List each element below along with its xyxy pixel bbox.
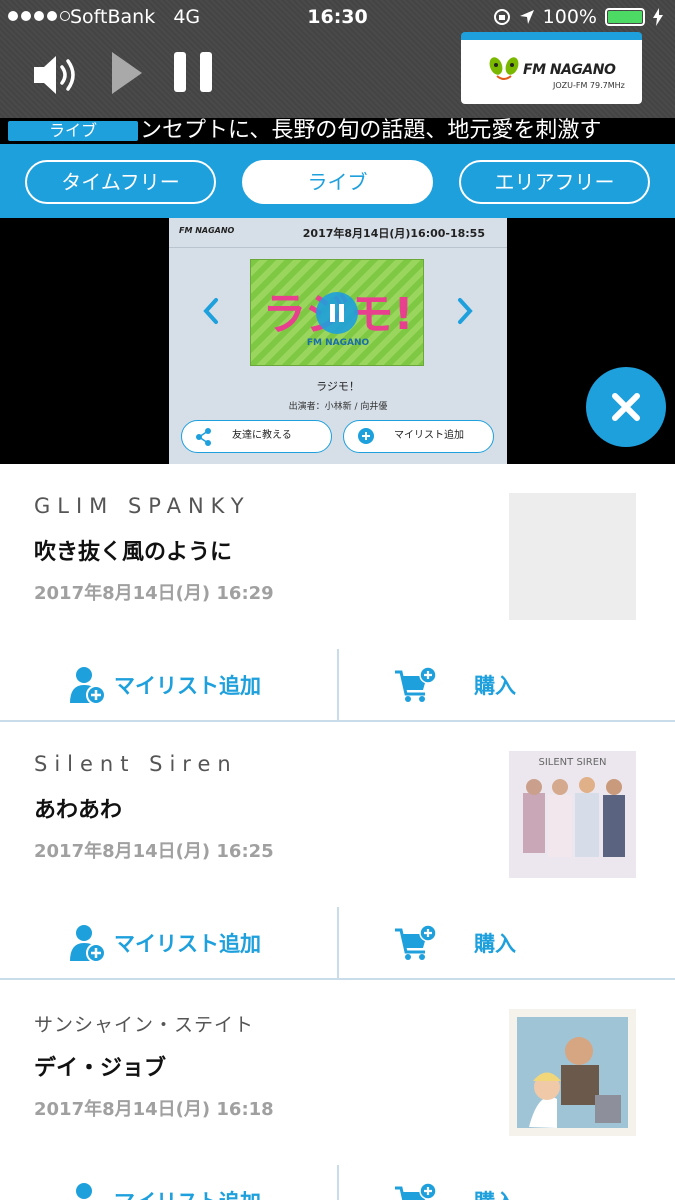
program-name: ラジモ！ [316, 380, 360, 393]
buy-button[interactable]: 購入 [393, 1165, 516, 1200]
share-button[interactable]: 友達に教える [181, 420, 332, 453]
ticker-text: ンセプトに、長野の旬の話題、地元愛を刺激す [140, 118, 602, 143]
tab-timefree[interactable]: タイムフリー [25, 160, 216, 204]
share-icon [196, 428, 211, 446]
program-artwork[interactable]: ラジモ! FM NAGANO [250, 259, 424, 366]
play-icon[interactable] [110, 50, 144, 96]
track-played-at: 2017年8月14日(月) 16:25 [34, 841, 274, 862]
program-performers: 出演者：小林新 / 向井優 [288, 402, 388, 412]
mode-tabs: タイムフリー ライブ エリアフリー [0, 144, 675, 218]
cart-add-icon [395, 665, 437, 702]
cart-add-icon [395, 1181, 437, 1200]
close-icon [612, 393, 640, 421]
jacket-text: SILENT SIREN [538, 757, 607, 768]
track-played-at: 2017年8月14日(月) 16:18 [34, 1099, 274, 1120]
track-title: あわあわ [34, 798, 123, 823]
status-bar: SoftBank 4G 16:30 100% [0, 0, 675, 34]
track-item: サンシャイン・ステイト デイ・ジョブ 2017年8月14日(月) 16:18 マ… [0, 980, 675, 1200]
add-user-icon [70, 924, 106, 963]
pause-icon[interactable] [172, 50, 214, 94]
station-frequency: JOZU-FM 79.7MHz [553, 81, 625, 90]
track-played-at: 2017年8月14日(月) 16:29 [34, 583, 274, 604]
charging-icon [653, 8, 663, 26]
track-jacket-placeholder [509, 493, 636, 620]
location-icon [519, 10, 534, 24]
mylist-button[interactable]: マイリスト追加 [70, 649, 261, 720]
plus-circle-icon [358, 428, 374, 444]
track-title: 吹き抜く風のように [34, 540, 233, 565]
battery-icon [605, 8, 645, 26]
buy-button[interactable]: 購入 [393, 907, 516, 978]
prev-program-icon[interactable] [201, 296, 221, 326]
track-artist: GLIM SPANKY [34, 494, 251, 518]
live-badge: ライブ [8, 121, 138, 141]
track-item: GLIM SPANKY 吹き抜く風のように 2017年8月14日(月) 16:2… [0, 464, 675, 722]
card-station-logo: FM NAGANO [179, 226, 235, 235]
cart-add-icon [395, 923, 437, 960]
artwork-pause-icon[interactable] [316, 292, 358, 334]
tab-areafree[interactable]: エリアフリー [459, 160, 650, 204]
track-jacket [509, 1009, 636, 1136]
track-jacket: SILENT SIREN [509, 751, 636, 878]
next-program-icon[interactable] [455, 296, 475, 326]
rotation-lock-icon [493, 9, 510, 25]
track-title: デイ・ジョブ [34, 1056, 167, 1081]
program-card: FM NAGANO 2017年8月14日(月)16:00-18:55 ラジモ! … [169, 218, 507, 464]
volume-icon[interactable] [30, 50, 80, 100]
player-header: SoftBank 4G 16:30 100% FM NAGANO JOZU-FM… [0, 0, 675, 118]
mylist-button[interactable]: マイリスト追加 [70, 1165, 261, 1200]
leaf-logo-icon [489, 57, 519, 80]
band-photo [509, 751, 636, 878]
close-button[interactable] [586, 367, 666, 447]
station-name: FM NAGANO [523, 62, 616, 78]
track-artist: Silent Siren [34, 752, 238, 776]
mylist-button[interactable]: マイリスト追加 [70, 907, 261, 978]
card-mylist-button[interactable]: マイリスト追加 [343, 420, 494, 453]
buy-button[interactable]: 購入 [393, 649, 516, 720]
track-item: Silent Siren あわあわ 2017年8月14日(月) 16:25 SI… [0, 722, 675, 980]
add-user-icon [76, 1182, 92, 1199]
track-artist: サンシャイン・ステイト [34, 1014, 255, 1036]
news-ticker: ライブ ンセプトに、長野の旬の話題、地元愛を刺激す [0, 118, 675, 144]
station-logo: FM NAGANO JOZU-FM 79.7MHz [461, 32, 642, 104]
album-cover [509, 1009, 636, 1136]
add-user-icon [70, 666, 106, 705]
tab-live[interactable]: ライブ [242, 160, 433, 204]
broadcast-time: 2017年8月14日(月)16:00-18:55 [302, 227, 485, 240]
artwork-subtitle: FM NAGANO [306, 338, 370, 348]
now-playing-panel: FM NAGANO 2017年8月14日(月)16:00-18:55 ラジモ! … [0, 218, 675, 464]
battery-percent: 100% [542, 6, 597, 28]
